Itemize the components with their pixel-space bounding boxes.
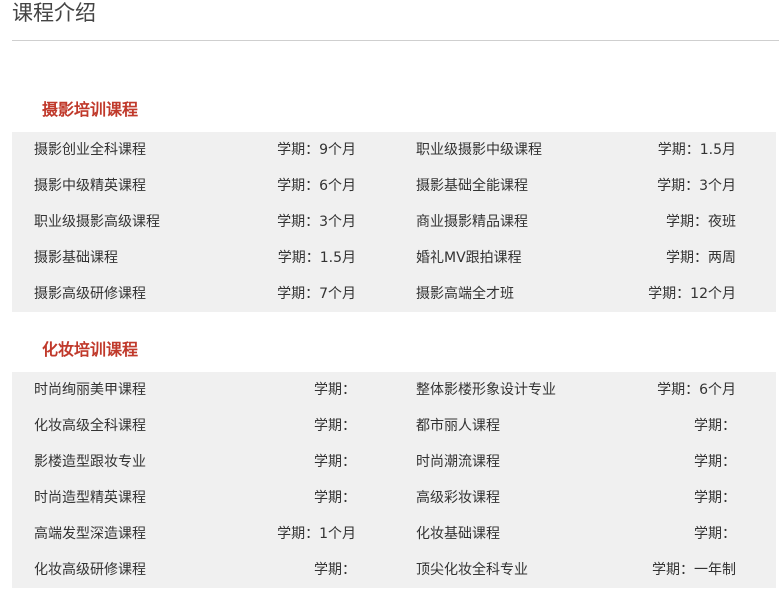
- course-term: 学期：两周: [666, 250, 736, 266]
- course-term: 学期：6个月: [657, 382, 736, 398]
- section-title-makeup: 化妆培训课程: [42, 340, 139, 359]
- course-term: 学期：: [694, 418, 736, 434]
- course-term: 学期：1.5月: [277, 250, 356, 266]
- course-name-link[interactable]: 化妆高级研修课程: [34, 552, 146, 588]
- course-table-photography: 摄影创业全科课程 学期：9个月 职业级摄影中级课程 学期：1.5月 摄影中级精英…: [12, 132, 776, 312]
- course-name-link[interactable]: 摄影创业全科课程: [34, 132, 146, 168]
- course-name-link[interactable]: 职业级摄影中级课程: [416, 132, 542, 168]
- course-term: 学期：9个月: [277, 142, 356, 158]
- course-term: 学期：1.5月: [657, 142, 736, 158]
- course-term: 学期：7个月: [277, 286, 356, 302]
- course-term: 学期：: [314, 562, 356, 578]
- course-table-makeup: 时尚绚丽美甲课程 学期： 整体影楼形象设计专业 学期：6个月 化妆高级全科课程 …: [12, 372, 776, 588]
- course-name-link[interactable]: 时尚造型精英课程: [34, 480, 146, 516]
- course-term: 学期：3个月: [657, 178, 736, 194]
- table-row: 摄影创业全科课程 学期：9个月 职业级摄影中级课程 学期：1.5月: [12, 132, 776, 168]
- course-name-link[interactable]: 时尚潮流课程: [416, 444, 500, 480]
- table-row: 摄影中级精英课程 学期：6个月 摄影基础全能课程 学期：3个月: [12, 168, 776, 204]
- course-term: 学期：6个月: [277, 178, 356, 194]
- course-term: 学期：: [314, 382, 356, 398]
- course-term: 学期：3个月: [277, 214, 356, 230]
- course-name-link[interactable]: 化妆高级全科课程: [34, 408, 146, 444]
- course-term: 学期：: [694, 490, 736, 506]
- course-term: 学期：12个月: [648, 286, 736, 302]
- table-row: 时尚绚丽美甲课程 学期： 整体影楼形象设计专业 学期：6个月: [12, 372, 776, 408]
- table-row: 化妆高级研修课程 学期： 顶尖化妆全科专业 学期：一年制: [12, 552, 776, 588]
- course-name-link[interactable]: 整体影楼形象设计专业: [416, 372, 556, 408]
- course-term: 学期：1个月: [277, 526, 356, 542]
- course-name-link[interactable]: 职业级摄影高级课程: [34, 204, 160, 240]
- course-name-link[interactable]: 都市丽人课程: [416, 408, 500, 444]
- course-name-link[interactable]: 婚礼MV跟拍课程: [416, 240, 522, 276]
- table-row: 时尚造型精英课程 学期： 高级彩妆课程 学期：: [12, 480, 776, 516]
- table-row: 职业级摄影高级课程 学期：3个月 商业摄影精品课程 学期：夜班: [12, 204, 776, 240]
- course-name-link[interactable]: 高端发型深造课程: [34, 516, 146, 552]
- section-title-photography: 摄影培训课程: [42, 100, 139, 119]
- course-term: 学期：: [314, 418, 356, 434]
- course-name-link[interactable]: 化妆基础课程: [416, 516, 500, 552]
- table-row: 摄影高级研修课程 学期：7个月 摄影高端全才班 学期：12个月: [12, 276, 776, 312]
- table-row: 化妆高级全科课程 学期： 都市丽人课程 学期：: [12, 408, 776, 444]
- course-name-link[interactable]: 商业摄影精品课程: [416, 204, 528, 240]
- course-name-link[interactable]: 影楼造型跟妆专业: [34, 444, 146, 480]
- course-name-link[interactable]: 高级彩妆课程: [416, 480, 500, 516]
- course-name-link[interactable]: 顶尖化妆全科专业: [416, 552, 528, 588]
- course-name-link[interactable]: 摄影基础全能课程: [416, 168, 528, 204]
- course-term: 学期：一年制: [652, 562, 736, 578]
- table-row: 摄影基础课程 学期：1.5月 婚礼MV跟拍课程 学期：两周: [12, 240, 776, 276]
- course-name-link[interactable]: 摄影高级研修课程: [34, 276, 146, 312]
- course-term: 学期：: [314, 454, 356, 470]
- table-row: 高端发型深造课程 学期：1个月 化妆基础课程 学期：: [12, 516, 776, 552]
- course-name-link[interactable]: 摄影高端全才班: [416, 276, 514, 312]
- title-divider: [12, 40, 779, 41]
- course-term: 学期：: [694, 526, 736, 542]
- course-name-link[interactable]: 摄影基础课程: [34, 240, 118, 276]
- course-name-link[interactable]: 时尚绚丽美甲课程: [34, 372, 146, 408]
- course-name-link[interactable]: 摄影中级精英课程: [34, 168, 146, 204]
- table-row: 影楼造型跟妆专业 学期： 时尚潮流课程 学期：: [12, 444, 776, 480]
- course-term: 学期：: [314, 490, 356, 506]
- page-title: 课程介绍: [12, 1, 96, 25]
- course-term: 学期：夜班: [666, 214, 736, 230]
- course-term: 学期：: [694, 454, 736, 470]
